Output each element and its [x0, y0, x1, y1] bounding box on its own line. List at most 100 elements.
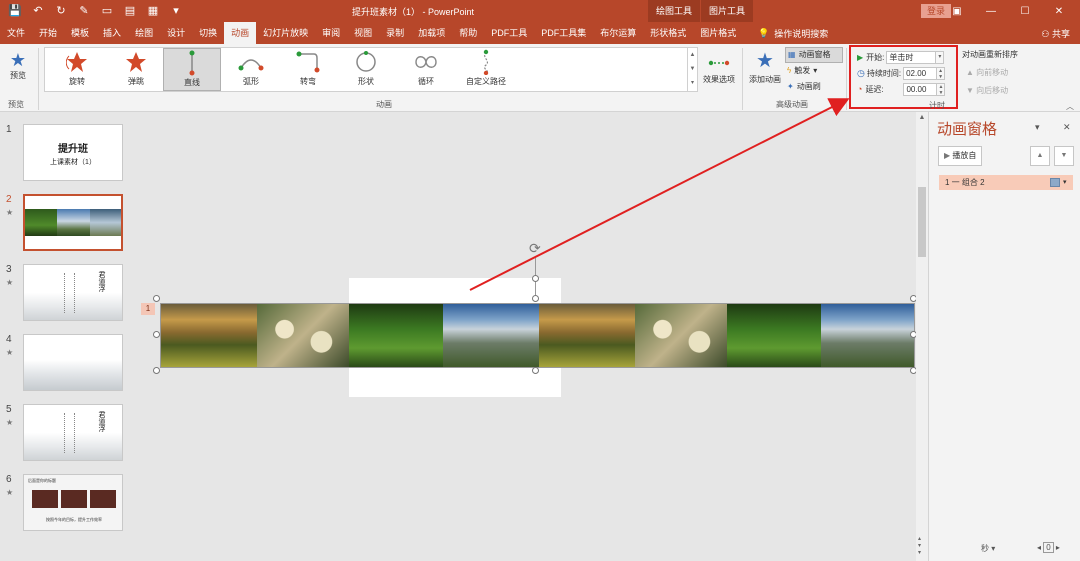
- move-later-button[interactable]: ▼ 向后移动: [962, 85, 1032, 96]
- delay-input[interactable]: 00.00: [903, 82, 938, 96]
- add-animation-star-icon: ★: [756, 50, 774, 72]
- animation-pane: 动画窗格 ▾ ✕ ▶ 播放自 ▲ ▼ 1 一 组合 2 ▾ 秒 ▾ ◂ 0 ▸: [928, 112, 1080, 561]
- start-dropdown-arrow[interactable]: ▾: [936, 50, 945, 64]
- play-from-button[interactable]: ▶ 播放自: [938, 146, 983, 166]
- collapse-ribbon-icon[interactable]: ︿: [1066, 101, 1074, 112]
- window-controls: ▣ — ☐ ✕: [940, 2, 1076, 20]
- resize-handle[interactable]: [153, 331, 160, 338]
- slideshow-icon[interactable]: ▭: [100, 3, 114, 17]
- motion-path-start[interactable]: [532, 275, 539, 282]
- down-arrow-icon: ▼: [966, 86, 974, 95]
- add-animation-button[interactable]: ★ 添加动画: [746, 48, 784, 85]
- resize-handle[interactable]: [532, 367, 539, 374]
- tab-2[interactable]: 模板: [64, 22, 96, 44]
- chevron-down-icon: ▾: [813, 66, 818, 75]
- move-up-button[interactable]: ▲: [1030, 146, 1050, 166]
- tab-0[interactable]: 文件: [0, 22, 32, 44]
- redo-icon[interactable]: ↻: [54, 3, 68, 17]
- gallery-scroll[interactable]: ▲ ▼ ▾: [687, 48, 697, 91]
- tab-5[interactable]: 设计: [160, 22, 192, 44]
- animation-pane-icon: ▦: [788, 50, 796, 59]
- resize-handle[interactable]: [153, 295, 160, 302]
- tab-9[interactable]: 审阅: [315, 22, 347, 44]
- animation-star-bounce[interactable]: 弹跳: [107, 48, 165, 91]
- rotate-handle-icon[interactable]: ⟳: [529, 240, 541, 257]
- scroll-thumb[interactable]: [918, 187, 926, 257]
- animation-star-spin[interactable]: 旋转: [48, 48, 106, 91]
- ribbon-tab-row: 文件 开始 模板 插入 绘图 设计 切换 动画 幻灯片放映 审阅 视图 录制 加载项 帮助 PDF工具 PDF…: [0, 22, 1080, 44]
- tab-17[interactable]: 形状格式: [643, 22, 693, 44]
- undo-icon[interactable]: ↶: [31, 3, 45, 17]
- move-earlier-button[interactable]: ▲ 向前移动: [962, 67, 1032, 78]
- tab-3[interactable]: 插入: [96, 22, 128, 44]
- tab-4[interactable]: 绘图: [128, 22, 160, 44]
- animation-painter-button[interactable]: ✦ 动画刷: [785, 79, 843, 95]
- animation-list-item[interactable]: 1 一 组合 2 ▾: [939, 175, 1073, 190]
- share-button[interactable]: ⚇ 共享: [1041, 27, 1070, 40]
- tab-14[interactable]: PDF工具: [484, 22, 534, 44]
- effect-options-button[interactable]: 效果选项: [700, 52, 738, 85]
- maximize-icon[interactable]: ☐: [1008, 2, 1042, 20]
- animation-arc-path[interactable]: 弧形: [222, 48, 280, 91]
- drawing-tools-header: 绘图工具: [648, 0, 702, 22]
- vertical-scrollbar[interactable]: ▲ ▴ ▾ ▾: [916, 112, 928, 561]
- tab-15[interactable]: PDF工具集: [534, 22, 593, 44]
- tab-12[interactable]: 加载项: [411, 22, 452, 44]
- custom-path-icon: [457, 48, 515, 76]
- paste-icon[interactable]: ▤: [123, 3, 137, 17]
- tab-16[interactable]: 布尔运算: [593, 22, 643, 44]
- tab-11[interactable]: 录制: [379, 22, 411, 44]
- chevron-down-icon[interactable]: ▾: [1063, 175, 1067, 190]
- tab-6[interactable]: 切换: [192, 22, 224, 44]
- ribbon-tabs: 文件 开始 模板 插入 绘图 设计 切换 动画 幻灯片放映 审阅 视图 录制 加载项 帮助 PDF工具 PDF…: [0, 22, 743, 44]
- customize-qat-icon[interactable]: ▾: [169, 3, 183, 17]
- tab-8[interactable]: 幻灯片放映: [256, 22, 315, 44]
- animation-order-tag[interactable]: 1: [141, 303, 155, 315]
- resize-handle[interactable]: [153, 367, 160, 374]
- animation-pane-button[interactable]: ▦ 动画窗格: [785, 47, 843, 63]
- tab-10[interactable]: 视图: [347, 22, 379, 44]
- play-triangle-icon: ▶: [857, 52, 864, 62]
- minimize-icon[interactable]: —: [974, 2, 1008, 20]
- tab-7[interactable]: 动画: [224, 22, 257, 44]
- move-down-button[interactable]: ▼: [1054, 146, 1074, 166]
- reorder-title: 对动画重新排序: [962, 50, 1018, 59]
- animation-line-path[interactable]: 直线: [163, 48, 221, 91]
- preview-button[interactable]: ★ 预览: [6, 50, 30, 81]
- lightbulb-icon: 💡: [758, 28, 770, 38]
- trigger-button[interactable]: ϟ 触发 ▾: [785, 63, 843, 79]
- animation-loop-path[interactable]: 循环: [397, 48, 455, 91]
- animation-star-icon: ★: [6, 208, 14, 217]
- animation-star-icon: ★: [6, 418, 14, 427]
- picture-group-2[interactable]: [160, 303, 915, 368]
- pane-close-icon[interactable]: ✕: [1063, 122, 1071, 133]
- duration-spinner[interactable]: ▲ ▼: [937, 66, 946, 80]
- ribbon-display-icon[interactable]: ▣: [940, 2, 974, 20]
- zoom-control[interactable]: ◂ 0 ▸: [1037, 542, 1060, 553]
- photo-mountain: [821, 304, 914, 367]
- seconds-dropdown[interactable]: 秒 ▾: [981, 543, 995, 554]
- tab-13[interactable]: 帮助: [452, 22, 484, 44]
- tell-me-search[interactable]: 💡 操作说明搜索: [758, 27, 828, 40]
- start-dropdown[interactable]: 单击时: [886, 50, 937, 64]
- pane-options-icon[interactable]: ▾: [1035, 122, 1040, 133]
- delay-spinner[interactable]: ▲ ▼: [937, 82, 946, 96]
- star-bounce-icon: [107, 48, 165, 76]
- format-painter-icon[interactable]: ✎: [77, 3, 91, 17]
- line-path-icon: [164, 49, 220, 77]
- animation-custom-path[interactable]: 自定义路径: [457, 48, 515, 91]
- animation-group-label: 动画: [376, 100, 392, 109]
- ribbon-animations: ★ 预览 预览 旋转 弹跳 直线 弧形 转弯 形状 循环 自定义路径 ▲ ▼ ▾ 动画 效果选项 …: [0, 44, 1080, 112]
- layout-icon[interactable]: ▦: [146, 3, 160, 17]
- animation-turn-path[interactable]: 转弯: [279, 48, 337, 91]
- save-icon[interactable]: 💾: [8, 3, 22, 17]
- star-spin-icon: [48, 48, 106, 76]
- tab-18[interactable]: 图片格式: [693, 22, 743, 44]
- animation-shape-path[interactable]: 形状: [337, 48, 395, 91]
- tab-1[interactable]: 开始: [32, 22, 64, 44]
- duration-input[interactable]: 02.00: [903, 66, 938, 80]
- animation-star-icon: ★: [6, 278, 14, 287]
- picture-tools-header: 图片工具: [701, 0, 755, 22]
- resize-handle[interactable]: [532, 295, 539, 302]
- close-icon[interactable]: ✕: [1042, 2, 1076, 20]
